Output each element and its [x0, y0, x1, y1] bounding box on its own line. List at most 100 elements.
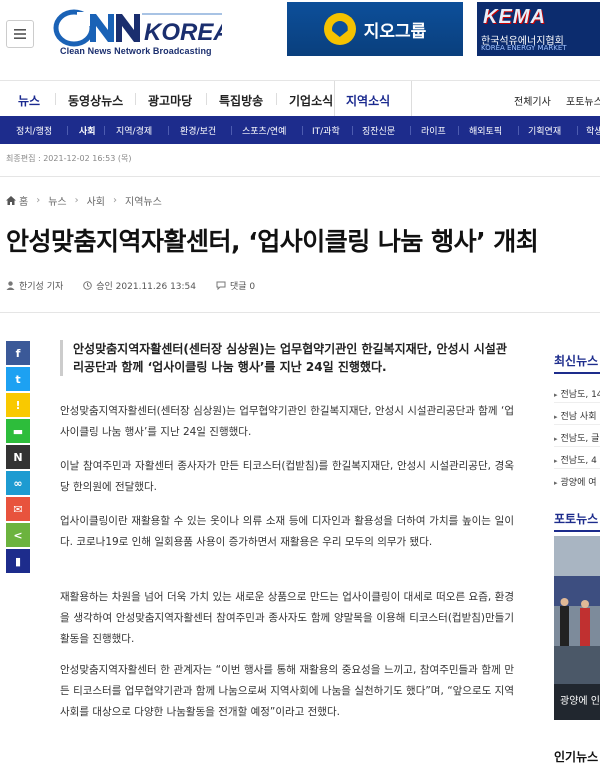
- nav-item-special[interactable]: 특집방송: [219, 92, 263, 109]
- ad-text: 지오그룹: [363, 21, 427, 42]
- latest-news-item[interactable]: ▸ 전남도, 4: [554, 453, 600, 466]
- latest-news-item[interactable]: ▸ 전남도, 14: [554, 387, 600, 400]
- menu-icon: [14, 29, 26, 39]
- subnav-divider: [104, 126, 105, 135]
- subnav-item-students[interactable]: 학생: [586, 124, 600, 137]
- divider: [554, 424, 600, 425]
- share-share-button[interactable]: <: [6, 523, 30, 547]
- approved-time: 승인 2021.11.26 13:54: [83, 279, 196, 292]
- subnav-divider: [302, 126, 303, 135]
- home-icon: [6, 195, 16, 205]
- sub-navigation: 정치/행정 사회 지역/경제 환경/보건 스포츠/연예 IT/과학 징잔신문 라…: [0, 116, 600, 144]
- latest-news-item-text: 전남도, 글: [560, 434, 600, 444]
- share-bar: f t! ▬ N ∞ ✉ < ▮: [6, 341, 30, 575]
- subnav-item-world[interactable]: 해외토픽: [469, 124, 502, 137]
- comment-count[interactable]: 댓글 0: [216, 279, 255, 292]
- photo-news-caption: 광양에 인: [554, 684, 600, 720]
- popular-news-title: 인기뉴스: [554, 750, 599, 764]
- article-title: 안성맞춤지역자활센터, ‘업사이클링 나눔 행사’ 개최: [6, 227, 539, 256]
- twitter-icon: t: [15, 372, 21, 386]
- author: 한기성 기자: [6, 279, 63, 292]
- nav-all-articles[interactable]: 전체기사: [514, 93, 551, 108]
- subnav-item-newspaper[interactable]: 징잔신문: [362, 124, 395, 137]
- subnav-divider: [67, 126, 68, 135]
- subnav-item-politics[interactable]: 정치/행정: [16, 124, 52, 137]
- triangle-right-icon: ▸: [554, 413, 558, 421]
- author-name: 한기성 기자: [19, 282, 64, 292]
- latest-news-title: 최신뉴스: [554, 354, 599, 368]
- share-kakaostory-button[interactable]: !: [6, 393, 30, 417]
- divider: [554, 446, 600, 447]
- subnav-item-it[interactable]: IT/과학: [312, 124, 340, 137]
- article-paragraph: 안성맞춤지역자활센터(센터장 심상원)는 업무협약기관인 한길복지재단, 안성시…: [60, 405, 514, 438]
- latest-news-item[interactable]: ▸ 전남 사회: [554, 409, 600, 422]
- triangle-right-icon: ▸: [554, 457, 558, 465]
- popular-news-heading[interactable]: 인기뉴스: [554, 748, 598, 765]
- latest-news-item-text: 전남 사회: [560, 412, 597, 422]
- nav-photo-news[interactable]: 포토뉴스: [566, 93, 600, 108]
- triangle-right-icon: ▸: [554, 479, 558, 487]
- breadcrumb: 홈 › 뉴스 › 사회 › 지역뉴스: [6, 193, 162, 208]
- share-twitter-button[interactable]: t: [6, 367, 30, 391]
- last-updated: 최종편집 : 2021-12-02 16:53 (목): [6, 154, 132, 163]
- subnav-item-economy[interactable]: 지역/경제: [116, 124, 152, 137]
- ad-subtitle-en: KOREA ENERGY MARKET: [481, 44, 567, 52]
- divider: [0, 176, 600, 177]
- latest-news-item-text: 전남도, 4: [560, 456, 597, 466]
- nav-item-video-news[interactable]: 동영상뉴스: [68, 92, 123, 109]
- jio-group-logo-icon: [323, 13, 356, 45]
- subnav-item-life[interactable]: 라이프: [421, 124, 446, 137]
- subnav-item-society[interactable]: 사회: [79, 124, 96, 137]
- nav-divider: [276, 93, 277, 105]
- band-icon: ▬: [12, 424, 24, 438]
- nav-divider: [206, 93, 207, 105]
- article-paragraph: 안성맞춤지역자활센터 한 관계자는 “이번 행사를 통해 재활용의 중요성을 느…: [60, 664, 514, 718]
- share-band-button[interactable]: ▬: [6, 419, 30, 443]
- photo-news-heading[interactable]: 포토뉴스: [554, 510, 598, 527]
- site-header: KOREA Clean News Network Broadcasting 지오…: [0, 0, 600, 76]
- latest-news-item[interactable]: ▸ 광양에 여: [554, 475, 600, 488]
- banner-ad-jio-group[interactable]: 지오그룹: [287, 2, 463, 56]
- chevron-right-icon: ›: [36, 194, 41, 206]
- article-paragraph: 이날 참여주민과 자활센터 종사자가 만든 티코스터(컵받침)를 한길복지재단,…: [60, 460, 514, 493]
- triangle-right-icon: ▸: [554, 435, 558, 443]
- share-link-button[interactable]: ∞: [6, 471, 30, 495]
- share-naver-button[interactable]: N: [6, 445, 30, 469]
- subnav-divider: [577, 126, 578, 135]
- kakaostory-icon: !: [15, 398, 21, 412]
- breadcrumb-society[interactable]: 사회: [87, 193, 105, 208]
- latest-news-heading[interactable]: 최신뉴스: [554, 352, 598, 369]
- chevron-right-icon: ›: [113, 194, 118, 206]
- share-bookmark-button[interactable]: ▮: [6, 549, 30, 573]
- nav-item-news[interactable]: 뉴스: [18, 92, 40, 109]
- divider: [0, 312, 600, 313]
- subnav-item-environment[interactable]: 환경/보건: [180, 124, 216, 137]
- link-icon: ∞: [13, 476, 23, 490]
- logo-tagline: Clean News Network Broadcasting: [60, 46, 212, 56]
- article-meta: 한기성 기자 승인 2021.11.26 13:54 댓글 0: [6, 279, 275, 292]
- facebook-icon: f: [15, 346, 21, 360]
- article-lead: 안성맞춤지역자활센터(센터장 심상원)는 업무협약기관인 한길복지재단, 안성시…: [60, 340, 510, 376]
- latest-news-item[interactable]: ▸ 전남도, 글: [554, 431, 600, 444]
- subnav-divider: [518, 126, 519, 135]
- share-facebook-button[interactable]: f: [6, 341, 30, 365]
- latest-news-item-text: 전남도, 14: [560, 390, 600, 400]
- nav-item-ads[interactable]: 광고마당: [148, 92, 192, 109]
- article-paragraph: 재활용하는 차원을 넘어 더욱 가치 있는 새로운 상품으로 만드는 업사이클링…: [60, 591, 514, 645]
- breadcrumb-regional-news[interactable]: 지역뉴스: [125, 193, 162, 208]
- comment-icon: [216, 281, 226, 290]
- subnav-item-series[interactable]: 기획연재: [528, 124, 561, 137]
- subnav-item-sports[interactable]: 스포츠/연예: [242, 124, 286, 137]
- banner-ad-kema[interactable]: KEMA 한국석유에너지협회 KOREA ENERGY MARKET: [477, 2, 600, 56]
- breadcrumb-news[interactable]: 뉴스: [48, 193, 66, 208]
- breadcrumb-home[interactable]: 홈: [19, 193, 28, 208]
- subnav-divider: [410, 126, 411, 135]
- cnn-korea-logo: KOREA: [53, 9, 231, 47]
- hamburger-menu-button[interactable]: [6, 20, 34, 48]
- triangle-right-icon: ▸: [554, 391, 558, 399]
- nav-item-business[interactable]: 기업소식: [289, 92, 333, 109]
- nav-item-regional[interactable]: 지역소식: [346, 92, 390, 109]
- share-email-button[interactable]: ✉: [6, 497, 30, 521]
- clock-icon: [83, 281, 93, 290]
- photo-news-thumbnail[interactable]: 광양에 인: [554, 536, 600, 720]
